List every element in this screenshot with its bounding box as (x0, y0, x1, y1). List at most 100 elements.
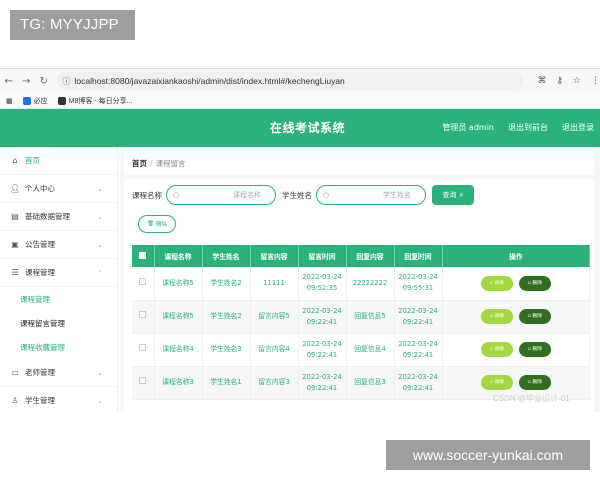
batch-delete-button[interactable]: 🗑︎ 删除 (138, 215, 176, 233)
search-icon: ○ (173, 191, 180, 199)
reload-icon[interactable]: ↻ (35, 76, 53, 87)
course-name-input[interactable]: ○ 课程名称 (166, 185, 276, 205)
translate-icon[interactable]: ⌘ (537, 76, 546, 86)
sidebar-subitem-course-message[interactable]: 课程留言管理 (0, 311, 117, 335)
row-checkbox[interactable] (139, 377, 147, 384)
row-select-cell[interactable] (132, 366, 155, 400)
database-icon: ▤ (11, 212, 19, 221)
student-name-label: 学生姓名 (282, 190, 312, 200)
delete-button[interactable]: ▫ 删除 (518, 275, 551, 291)
star-icon[interactable]: ☆ (573, 76, 581, 86)
apps-grid-icon[interactable]: ▦ (6, 97, 13, 105)
teacher-icon: ▭ (11, 368, 19, 377)
screenshot-frame: TG: MYYJJPP ← → ↻ ⓘ localhost:8080/javaz… (0, 0, 600, 480)
cell-reply: 回复信息5 (346, 300, 395, 334)
chevron-down-icon: ⌄ (97, 396, 103, 405)
select-all-header[interactable] (132, 245, 155, 267)
sidebar-item-label: 个人中心 (25, 184, 55, 193)
cell-reply: 回复信息4 (346, 333, 395, 367)
bing-icon (22, 96, 31, 105)
back-to-front-link[interactable]: 退出到前台 (508, 122, 548, 133)
cell-course: 课程名称4 (154, 333, 203, 367)
detail-button[interactable]: ▫ 详情 (480, 309, 513, 324)
row-checkbox[interactable] (139, 277, 147, 285)
sidebar-item-course[interactable]: ☰ 课程管理 ⌃ (0, 259, 117, 287)
cell-time: 2022-03-24 09:22:41 (298, 300, 347, 334)
back-icon[interactable]: ← (0, 76, 18, 87)
cell-course: 课程名称5 (154, 267, 203, 301)
delete-button[interactable]: ▫ 删除 (518, 309, 551, 324)
delete-button[interactable]: ▫ 删除 (518, 342, 551, 357)
cell-reply-time: 2022-03-24 09:22:41 (394, 300, 443, 334)
menu-dots-icon[interactable]: ⋮ (591, 76, 600, 86)
content-panel: 课程名称 ○ 课程名称 学生姓名 ○ 学生姓名 查询 ⌕ 🗑︎ 删除 课程名称 … (124, 179, 594, 412)
cell-student: 学生姓名3 (202, 333, 251, 367)
delete-label: 删除 (532, 314, 543, 319)
delete-button[interactable]: ▫ 删除 (518, 375, 551, 390)
cell-time: 2022-03-24 09:22:41 (298, 333, 347, 367)
sidebar-item-base-data[interactable]: ▤ 基础数据管理 ⌄ (0, 203, 117, 231)
course-icon: ☰ (11, 268, 19, 277)
logout-link[interactable]: 退出登录 (562, 122, 594, 133)
row-checkbox[interactable] (139, 311, 147, 318)
sidebar-subitem-course-manage[interactable]: 课程管理 (0, 287, 117, 311)
key-icon[interactable]: ⚷ (556, 76, 563, 86)
search-icon: ○ (323, 191, 330, 199)
course-name-placeholder: 课程名称 (233, 191, 261, 199)
query-button[interactable]: 查询 ⌕ (432, 185, 474, 205)
url-text: localhost:8080/javazaixiankaoshi/admin/d… (74, 76, 345, 86)
detail-button[interactable]: ▫ 详情 (480, 375, 513, 390)
app-header: 在线考试系统 管理员 admin 退出到前台 退出登录 (0, 109, 600, 147)
detail-button[interactable]: ▫ 详情 (480, 275, 513, 291)
sidebar-item-student[interactable]: ♙ 学生管理 ⌄ (0, 387, 117, 412)
cell-actions: ▫ 详情 ▫ 删除 (442, 300, 590, 334)
row-select-cell[interactable] (132, 300, 155, 334)
select-all-checkbox[interactable] (139, 251, 147, 259)
breadcrumb-separator: / (150, 158, 153, 168)
header-links: 管理员 admin 退出到前台 退出登录 (442, 122, 594, 133)
cell-reply-time: 2022-03-24 09:22:41 (394, 366, 443, 400)
breadcrumb-home[interactable]: 首页 (132, 158, 147, 169)
main-content: 首页 / 课程留言 课程名称 ○ 课程名称 学生姓名 ○ 学生姓名 查询 ⌕ 🗑… (120, 147, 600, 412)
detail-button[interactable]: ▫ 详情 (480, 342, 513, 357)
sidebar-item-home[interactable]: ⌂ 首页 (0, 147, 117, 175)
url-input[interactable]: ⓘ localhost:8080/javazaixiankaoshi/admin… (56, 72, 524, 90)
breadcrumb-current: 课程留言 (155, 158, 186, 168)
col-header: 留言内容 (250, 245, 299, 267)
sidebar-item-profile[interactable]: 👤︎ 个人中心 ⌄ (0, 175, 117, 203)
bookmark-blog[interactable]: M8博客 - 每日分享... (57, 96, 132, 106)
site-info-icon[interactable]: ⓘ (63, 76, 71, 87)
row-select-cell[interactable] (132, 333, 155, 367)
chevron-up-icon: ⌃ (97, 268, 103, 277)
cell-student: 学生姓名2 (202, 300, 251, 334)
chevron-down-icon: ⌄ (97, 368, 103, 377)
cell-actions: ▫ 详情 ▫ 删除 (442, 267, 590, 301)
cell-reply: 22222222 (346, 267, 395, 301)
student-name-input[interactable]: ○ 学生姓名 (316, 185, 426, 205)
bookmarks-bar: ▦ 必应 M8博客 - 每日分享... (0, 93, 600, 109)
forward-icon[interactable]: → (18, 76, 36, 87)
sidebar-item-teacher[interactable]: ▭ 老师管理 ⌄ (0, 359, 117, 387)
row-select-cell[interactable] (132, 267, 155, 301)
col-header: 课程名称 (154, 245, 203, 267)
sidebar-item-notice[interactable]: ▣ 公告管理 ⌄ (0, 231, 117, 259)
table-row: 课程名称5 学生姓名2 留言内容5 2022-03-24 09:22:41 回复… (132, 300, 590, 334)
delete-label: 删除 (532, 347, 543, 352)
cell-student: 学生姓名2 (202, 267, 251, 301)
cell-reply: 回复信息3 (346, 366, 395, 400)
admin-user-link[interactable]: 管理员 admin (442, 122, 494, 133)
search-icon: ⌕ (459, 190, 464, 199)
sidebar-item-label: 公告管理 (25, 240, 55, 249)
sidebar-item-label: 学生管理 (25, 396, 55, 405)
cell-content: 留言内容4 (250, 333, 299, 367)
row-checkbox[interactable] (139, 344, 147, 351)
search-form: 课程名称 ○ 课程名称 学生姓名 ○ 学生姓名 查询 ⌕ (132, 185, 474, 205)
sidebar-subitem-course-favorite[interactable]: 课程收藏管理 (0, 335, 117, 359)
bookmark-bing[interactable]: 必应 (22, 96, 48, 106)
detail-label: 详情 (494, 380, 504, 385)
address-bar: ← → ↻ ⓘ localhost:8080/javazaixiankaoshi… (0, 69, 600, 93)
sidebar-item-label: 课程管理 (25, 268, 55, 277)
notice-icon: ▣ (11, 240, 19, 249)
top-overlay-label: TG: MYYJJPP (10, 10, 135, 40)
student-icon: ♙ (11, 396, 19, 405)
